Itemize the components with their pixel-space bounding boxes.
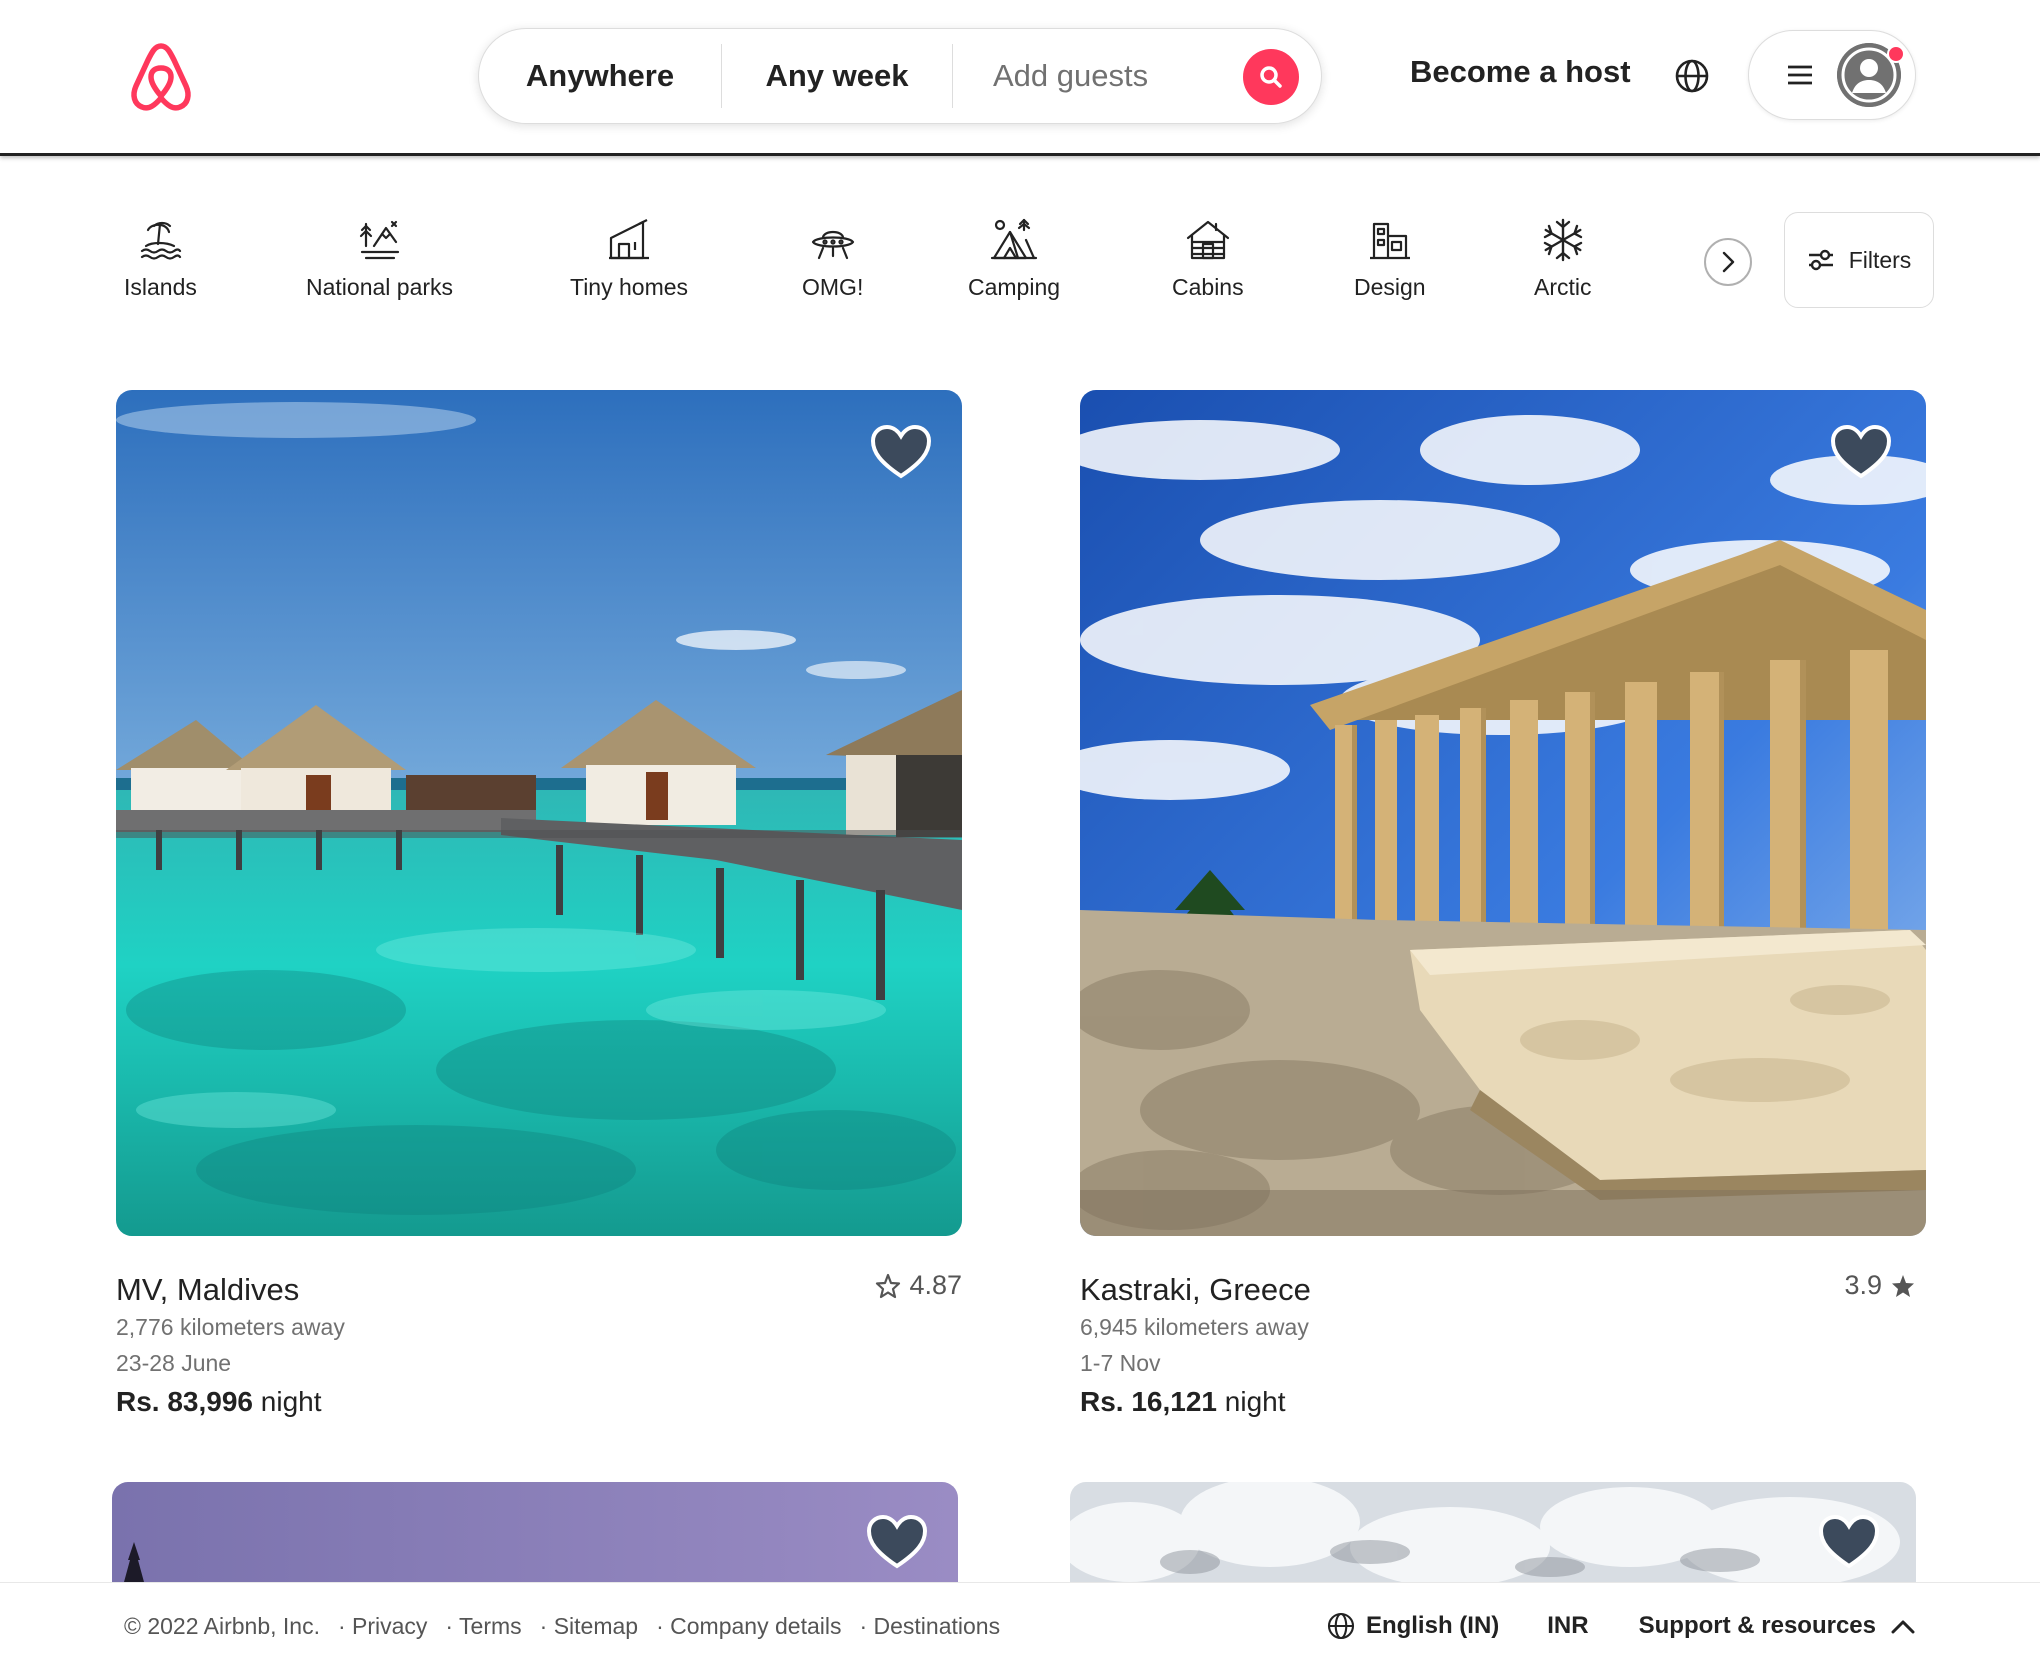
filters-icon bbox=[1808, 249, 1833, 271]
language-selector[interactable]: English (IN) bbox=[1326, 1611, 1499, 1641]
support-label: Support & resources bbox=[1638, 1612, 1876, 1639]
search-location[interactable]: Anywhere bbox=[479, 58, 721, 94]
chevron-up-icon bbox=[1891, 1620, 1915, 1634]
category-label: OMG! bbox=[802, 274, 864, 300]
top-header: Anywhere Any week Add guests Become a ho… bbox=[0, 0, 2040, 156]
listing-distance: 2,776 kilometers away bbox=[116, 1314, 345, 1340]
globe-icon[interactable] bbox=[1672, 56, 1712, 96]
snow-forest-photo bbox=[1070, 1482, 1916, 1582]
search-guests[interactable]: Add guests bbox=[953, 58, 1213, 94]
category-label: Tiny homes bbox=[570, 274, 689, 300]
islands-icon bbox=[141, 221, 182, 260]
footer: © 2022 Airbnb, Inc. · Privacy · Terms · … bbox=[0, 1582, 2040, 1670]
footer-link-sitemap[interactable]: · Sitemap bbox=[540, 1613, 638, 1640]
rating-value: 4.87 bbox=[909, 1270, 962, 1300]
category-label: National parks bbox=[306, 274, 454, 300]
category-label: Islands bbox=[124, 274, 197, 300]
listing-photo-greece[interactable] bbox=[1080, 390, 1926, 1236]
footer-settings: English (IN) INR Support & resources bbox=[1326, 1611, 1916, 1641]
twilight-photo bbox=[112, 1482, 958, 1582]
favorite-heart-icon[interactable] bbox=[866, 1514, 928, 1570]
arctic-icon bbox=[1543, 218, 1582, 262]
price-amount: Rs. 16,121 bbox=[1080, 1386, 1217, 1417]
listing-distance: 6,945 kilometers away bbox=[1080, 1314, 1309, 1340]
become-host-link[interactable]: Become a host bbox=[1410, 54, 1631, 90]
listing-photo-partial[interactable] bbox=[112, 1482, 958, 1582]
listing-location: Kastraki, Greece bbox=[1080, 1272, 1311, 1307]
favorite-heart-icon[interactable] bbox=[1830, 424, 1892, 480]
search-bar[interactable]: Anywhere Any week Add guests bbox=[478, 28, 1322, 124]
omg-icon bbox=[811, 230, 854, 260]
listing-location: MV, Maldives bbox=[116, 1272, 300, 1307]
category-bar: Islands National parks Tiny homes OMG! C… bbox=[0, 200, 2040, 330]
category-camping[interactable]: Camping bbox=[968, 216, 1060, 301]
search-button[interactable] bbox=[1243, 49, 1299, 105]
camping-icon bbox=[990, 218, 1038, 260]
globe-icon bbox=[1327, 1612, 1354, 1640]
category-label: Cabins bbox=[1172, 274, 1244, 300]
cabins-icon bbox=[1186, 220, 1229, 260]
listing-card[interactable]: Kastraki, Greece 3.9 6,945 kilometers aw… bbox=[1080, 390, 1926, 1417]
category-islands[interactable]: Islands bbox=[124, 216, 197, 301]
footer-link-privacy[interactable]: · Privacy bbox=[338, 1613, 427, 1640]
greece-photo bbox=[1080, 390, 1926, 1236]
categories-next-button[interactable] bbox=[1704, 238, 1752, 286]
category-national-parks[interactable]: National parks bbox=[306, 216, 453, 301]
design-icon bbox=[1369, 222, 1410, 260]
notification-badge bbox=[1887, 45, 1905, 63]
star-filled-icon bbox=[1892, 1274, 1914, 1297]
footer-copyright: © 2022 Airbnb, Inc. bbox=[124, 1613, 320, 1639]
footer-links: © 2022 Airbnb, Inc. · Privacy · Terms · … bbox=[124, 1613, 1018, 1640]
footer-link-terms[interactable]: · Terms bbox=[445, 1613, 521, 1640]
currency-selector[interactable]: INR bbox=[1547, 1612, 1588, 1640]
listing-dates: 1-7 Nov bbox=[1080, 1350, 1161, 1376]
favorite-heart-icon[interactable] bbox=[1818, 1514, 1880, 1570]
category-cabins[interactable]: Cabins bbox=[1172, 216, 1244, 301]
listing-price: Rs. 16,121 night bbox=[1080, 1386, 1286, 1418]
category-arctic[interactable]: Arctic bbox=[1534, 216, 1592, 301]
listing-rating: 4.87 bbox=[875, 1270, 962, 1301]
favorite-heart-icon[interactable] bbox=[870, 424, 932, 480]
listing-card[interactable]: MV, Maldives 4.87 2,776 kilometers away … bbox=[116, 390, 962, 1417]
price-unit: night bbox=[1224, 1386, 1286, 1417]
chevron-right-icon bbox=[1722, 251, 1735, 273]
search-dates[interactable]: Any week bbox=[722, 58, 952, 94]
rating-value: 3.9 bbox=[1844, 1270, 1882, 1300]
listing-photo-partial[interactable] bbox=[1070, 1482, 1916, 1582]
category-label: Camping bbox=[968, 274, 1061, 300]
footer-link-destinations[interactable]: · Destinations bbox=[859, 1613, 1000, 1640]
category-design[interactable]: Design bbox=[1354, 216, 1426, 301]
airbnb-logo-icon[interactable] bbox=[128, 40, 194, 114]
maldives-photo bbox=[116, 390, 962, 1236]
footer-link-company-details[interactable]: · Company details bbox=[656, 1613, 841, 1640]
user-menu-button[interactable] bbox=[1748, 30, 1916, 120]
category-omg[interactable]: OMG! bbox=[802, 216, 863, 301]
national-parks-icon bbox=[359, 220, 399, 260]
star-outline-icon bbox=[876, 1273, 901, 1298]
category-tiny-homes[interactable]: Tiny homes bbox=[570, 216, 688, 301]
listing-photo-maldives[interactable] bbox=[116, 390, 962, 1236]
airbnb-page: Anywhere Any week Add guests Become a ho… bbox=[0, 0, 2040, 1670]
support-resources-button[interactable]: Support & resources bbox=[1639, 1612, 1916, 1640]
filters-button[interactable]: Filters bbox=[1784, 212, 1934, 308]
listing-price: Rs. 83,996 night bbox=[116, 1386, 322, 1418]
listing-dates: 23-28 June bbox=[116, 1350, 232, 1376]
tiny-homes-icon bbox=[609, 219, 650, 260]
hamburger-menu-icon bbox=[1788, 65, 1812, 85]
search-icon bbox=[1260, 66, 1282, 88]
price-amount: Rs. 83,996 bbox=[116, 1386, 253, 1417]
price-unit: night bbox=[260, 1386, 322, 1417]
listing-rating: 3.9 bbox=[1844, 1270, 1916, 1301]
category-label: Arctic bbox=[1534, 274, 1592, 300]
filters-label: Filters bbox=[1848, 246, 1912, 273]
category-label: Design bbox=[1354, 274, 1426, 300]
language-label: English (IN) bbox=[1365, 1612, 1500, 1639]
